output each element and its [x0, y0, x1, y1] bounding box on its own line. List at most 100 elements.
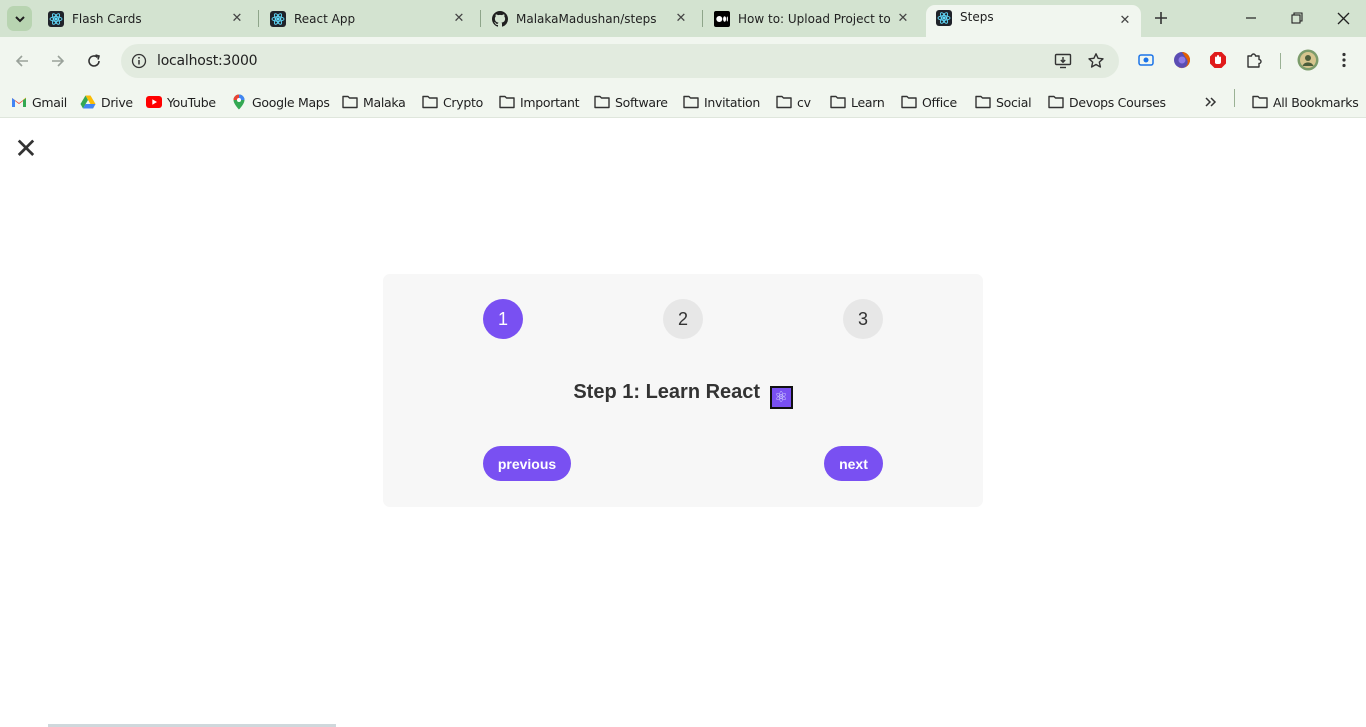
- bookmark-label: Gmail: [32, 94, 67, 110]
- close-icon[interactable]: ✕: [449, 9, 469, 29]
- tab-separator: [258, 10, 259, 27]
- tab-github-steps[interactable]: MalakaMadushan/steps ✕: [482, 5, 697, 32]
- all-bookmarks-folder[interactable]: All Bookmarks: [1252, 91, 1359, 113]
- bookmark-label: Social: [996, 94, 1032, 110]
- bookmark-label: Google Maps: [252, 94, 330, 110]
- step-number-2: 2: [663, 299, 703, 339]
- bookmark-label: Invitation: [704, 94, 760, 110]
- drive-icon: [80, 94, 96, 110]
- close-icon[interactable]: ✕: [893, 9, 913, 29]
- bookmark-label: YouTube: [167, 94, 216, 110]
- tab-title: MalakaMadushan/steps: [516, 11, 657, 26]
- tab-medium-article[interactable]: How to: Upload Project to G ✕: [704, 5, 919, 32]
- double-chevron-right-icon: [1203, 94, 1219, 110]
- bookmark-label: Learn: [851, 94, 885, 110]
- tab-flash-cards[interactable]: Flash Cards ✕: [38, 5, 253, 32]
- bookmark-label: Office: [922, 94, 957, 110]
- new-tab-button[interactable]: [1150, 7, 1172, 29]
- maps-icon: [231, 94, 247, 110]
- window-close-button[interactable]: [1333, 8, 1353, 28]
- close-icon[interactable]: ✕: [671, 9, 691, 29]
- bookmark-gmail[interactable]: Gmail: [11, 91, 67, 113]
- bookmark-folder-software[interactable]: Software: [594, 91, 668, 113]
- bookmark-youtube[interactable]: YouTube: [146, 91, 216, 113]
- minimize-icon: [1246, 17, 1256, 19]
- close-icon[interactable]: ✕: [1115, 10, 1135, 30]
- bookmark-label: cv: [797, 94, 811, 110]
- bookmark-label: Crypto: [443, 94, 483, 110]
- forward-button[interactable]: [46, 49, 70, 73]
- plus-icon: [1155, 12, 1167, 24]
- youtube-icon: [146, 94, 162, 110]
- firefox-extension-icon[interactable]: [1172, 50, 1192, 70]
- react-icon: [48, 10, 64, 27]
- minimize-button[interactable]: [1241, 8, 1261, 28]
- tab-search-button[interactable]: [7, 6, 32, 31]
- tab-title: Flash Cards: [72, 11, 142, 26]
- reload-icon: [88, 54, 100, 67]
- install-app-icon[interactable]: [1053, 51, 1073, 71]
- url-text: localhost:3000: [157, 53, 258, 69]
- step-numbers: 1 2 3: [483, 299, 883, 339]
- arrow-right-icon: [52, 55, 65, 67]
- step-number-3: 3: [843, 299, 883, 339]
- folder-icon: [499, 94, 515, 110]
- bookmark-folder-office[interactable]: Office: [901, 91, 957, 113]
- menu-kebab-icon[interactable]: [1334, 50, 1354, 70]
- tab-strip: Flash Cards ✕ React App ✕ MalakaMadushan…: [0, 0, 1366, 37]
- reload-button[interactable]: [82, 49, 106, 73]
- previous-button[interactable]: previous: [483, 446, 571, 481]
- close-steps-button[interactable]: ✕: [12, 135, 40, 163]
- bookmark-folder-invitation[interactable]: Invitation: [683, 91, 760, 113]
- bookmark-google-maps[interactable]: Google Maps: [231, 91, 330, 113]
- github-icon: [492, 10, 508, 27]
- bookmarks-overflow-button[interactable]: [1203, 91, 1224, 113]
- bookmark-drive[interactable]: Drive: [80, 91, 133, 113]
- close-icon[interactable]: ✕: [227, 9, 247, 29]
- star-icon[interactable]: [1086, 51, 1106, 71]
- tab-title: React App: [294, 11, 356, 26]
- folder-icon: [830, 94, 846, 110]
- close-icon: [1337, 12, 1349, 24]
- puzzle-extensions-icon[interactable]: [1244, 50, 1264, 70]
- bookmark-folder-social[interactable]: Social: [975, 91, 1032, 113]
- folder-icon: [594, 94, 610, 110]
- bookmark-label: Drive: [101, 94, 133, 110]
- folder-icon: [683, 94, 699, 110]
- folder-icon: [1048, 94, 1064, 110]
- bookmark-label: Software: [615, 94, 668, 110]
- bookmark-folder-crypto[interactable]: Crypto: [422, 91, 483, 113]
- tab-react-app[interactable]: React App ✕: [260, 5, 475, 32]
- bookmark-label: All Bookmarks: [1273, 94, 1359, 110]
- bookmarks-bar: Gmail Drive YouTube Google Maps Malaka C…: [0, 85, 1366, 118]
- screen-capture-extension-icon[interactable]: [1136, 50, 1156, 70]
- step-message: Step 1: Learn React ⚛: [383, 381, 983, 409]
- folder-icon: [975, 94, 991, 110]
- page-content: ✕ 1 2 3 Step 1: Learn React ⚛ previous n…: [0, 119, 1366, 727]
- adblock-extension-icon[interactable]: [1208, 50, 1228, 70]
- bookmark-folder-important[interactable]: Important: [499, 91, 580, 113]
- tab-title: How to: Upload Project to G: [738, 11, 893, 26]
- site-info-icon[interactable]: [129, 51, 149, 71]
- folder-icon: [776, 94, 792, 110]
- arrow-left-icon: [15, 55, 28, 67]
- bookmark-folder-learn[interactable]: Learn: [830, 91, 885, 113]
- toolbar-divider: [1280, 53, 1281, 69]
- react-icon: [936, 10, 952, 26]
- gmail-icon: [11, 94, 27, 110]
- folder-icon: [901, 94, 917, 110]
- bookmark-label: Malaka: [363, 94, 406, 110]
- bookmark-label: Devops Courses: [1069, 94, 1166, 110]
- bookmark-folder-malaka[interactable]: Malaka: [342, 91, 406, 113]
- bookmark-folder-devops-courses[interactable]: Devops Courses: [1048, 91, 1166, 113]
- tab-steps[interactable]: Steps ✕: [926, 5, 1141, 37]
- react-atom-icon: ⚛: [769, 386, 793, 409]
- bookmark-folder-cv[interactable]: cv: [776, 91, 811, 113]
- restore-button[interactable]: [1287, 8, 1307, 28]
- address-bar[interactable]: localhost:3000: [121, 44, 1119, 78]
- avatar[interactable]: [1297, 49, 1319, 71]
- folder-icon: [1252, 94, 1268, 110]
- back-button[interactable]: [10, 49, 34, 73]
- chevron-down-icon: [14, 15, 25, 22]
- next-button[interactable]: next: [824, 446, 883, 481]
